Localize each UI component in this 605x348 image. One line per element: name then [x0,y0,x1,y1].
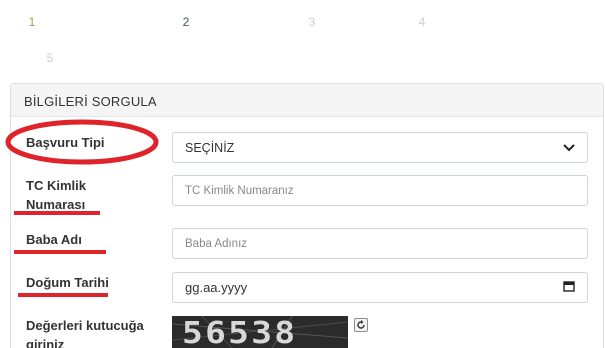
step-bilgilendirme[interactable]: 1 BİLGİLENDİRME [12,6,172,38]
step-kayit[interactable]: 5 KAYIT [12,42,128,74]
step-label: SORGULA [202,14,267,30]
wizard-steps: 1 BİLGİLENDİRME 2 SORGULA 3 BAŞVUR 4 FOT… [0,0,605,80]
father-name-placeholder: Baba Adınız [185,237,248,250]
chevron-down-icon [563,141,575,155]
step-number: 4 [412,12,432,32]
captcha-label-line1: Değerleri kutucuğa [26,318,144,333]
tc-number-input[interactable]: TC Kimlik Numaranız [172,175,588,206]
father-name-input[interactable]: Baba Adınız [172,228,588,259]
birth-date-label: Doğum Tarihi [26,275,109,290]
annotation-circle [5,119,159,165]
father-name-label: Baba Adı [26,232,82,247]
birth-date-value: gg.aa.yyyy [185,280,248,295]
application-type-select[interactable]: SEÇİNİZ [172,132,588,163]
application-type-value: SEÇİNİZ [185,140,235,155]
step-number: 5 [40,48,60,68]
step-fotograf[interactable]: 4 FOTOĞRAF [400,6,550,38]
captcha-label: Değerleri kutucuğa giriniz [26,316,144,348]
captcha-image: 56538 [172,316,348,348]
step-label: BAŞVUR [328,14,383,30]
annotation-underline [18,293,108,297]
captcha-label-line2: giriniz [26,337,65,348]
step-label: BİLGİLENDİRME [48,14,152,30]
birth-date-input[interactable]: gg.aa.yyyy [172,272,588,303]
tc-number-placeholder: TC Kimlik Numaranız [185,184,294,197]
refresh-icon[interactable] [354,318,368,332]
step-label: KAYIT [66,50,104,66]
step-sorgula[interactable]: 2 SORGULA [164,6,290,38]
step-number: 1 [22,12,42,32]
annotation-underline [14,250,106,254]
calendar-icon[interactable] [563,280,575,295]
step-number: 3 [302,12,322,32]
tc-number-label: TC Kimlik Numarası [26,176,86,214]
annotation-underline [14,211,100,215]
step-number: 2 [176,12,196,32]
step-basvur[interactable]: 3 BAŞVUR [290,6,410,38]
captcha-code: 56538 [182,316,298,348]
tc-number-label-line1: TC Kimlik [26,178,86,193]
panel-title: BİLGİLERİ SORGULA [11,84,603,117]
step-label: FOTOĞRAF [438,14,512,30]
